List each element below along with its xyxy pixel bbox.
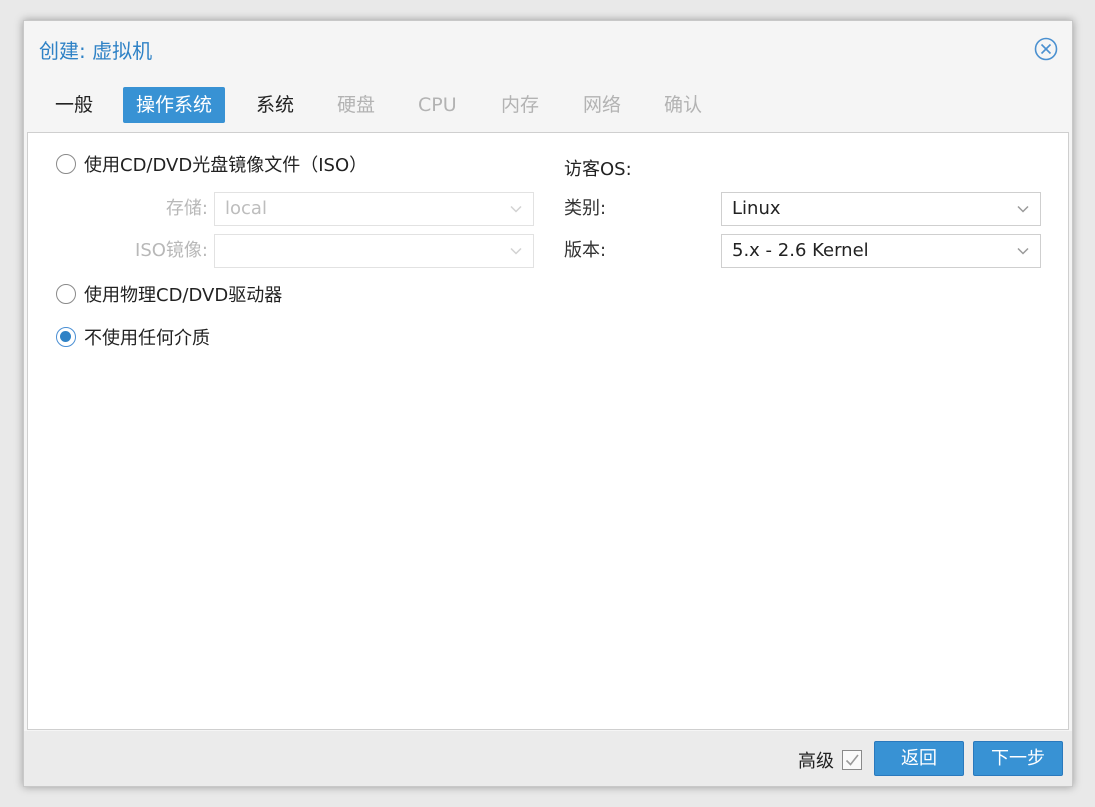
check-icon [845,754,859,766]
physical-drive-label: 使用物理CD/DVD驱动器 [84,285,283,306]
iso-image-label: ISO镜像: [135,240,208,261]
advanced-label: 高级 [798,751,834,772]
create-vm-dialog: 创建: 虚拟机 一般 操作系统 系统 硬盘 CPU 内存 网络 确认 使用CD/… [23,20,1073,787]
os-version-value: 5.x - 2.6 Kernel [732,240,869,261]
os-version-select[interactable]: 5.x - 2.6 Kernel [721,234,1041,268]
tab-memory[interactable]: 内存 [488,87,552,123]
iso-radio[interactable] [56,154,76,174]
iso-image-select[interactable] [214,234,534,268]
no-media-label: 不使用任何介质 [84,328,210,349]
chevron-down-icon [510,247,522,255]
tab-disk[interactable]: 硬盘 [324,87,388,123]
os-version-label: 版本: [564,240,607,261]
chevron-down-icon [510,205,522,213]
next-button[interactable]: 下一步 [973,741,1063,776]
tab-cpu[interactable]: CPU [405,87,470,123]
physical-drive-option[interactable]: 使用物理CD/DVD驱动器 [56,283,282,309]
dialog-footer: 高级 返回 下一步 [24,731,1072,786]
os-type-label: 类别: [564,198,607,219]
dialog-title: 创建: 虚拟机 [39,39,153,63]
storage-label: 存储: [165,198,208,219]
os-type-value: Linux [732,198,781,219]
iso-option-label: 使用CD/DVD光盘镜像文件（ISO） [84,155,368,176]
tab-general[interactable]: 一般 [42,87,106,123]
chevron-down-icon [1017,247,1029,255]
close-icon[interactable] [1034,37,1058,61]
tab-system[interactable]: 系统 [243,87,307,123]
chevron-down-icon [1017,205,1029,213]
os-type-select[interactable]: Linux [721,192,1041,226]
iso-option[interactable]: 使用CD/DVD光盘镜像文件（ISO） [56,153,367,179]
guest-os-heading: 访客OS: [564,159,632,180]
physical-drive-radio[interactable] [56,284,76,304]
advanced-checkbox[interactable] [842,750,862,770]
storage-value: local [225,198,267,219]
back-button[interactable]: 返回 [874,741,964,776]
tab-confirm[interactable]: 确认 [651,87,715,123]
no-media-radio[interactable] [56,327,76,347]
tab-network[interactable]: 网络 [570,87,634,123]
no-media-option[interactable]: 不使用任何介质 [56,326,210,352]
storage-select[interactable]: local [214,192,534,226]
wizard-tab-bar: 一般 操作系统 系统 硬盘 CPU 内存 网络 确认 [24,83,1072,131]
tab-os[interactable]: 操作系统 [123,87,226,123]
os-settings-panel: 使用CD/DVD光盘镜像文件（ISO） 存储: local ISO镜像: 使用物… [27,132,1069,730]
